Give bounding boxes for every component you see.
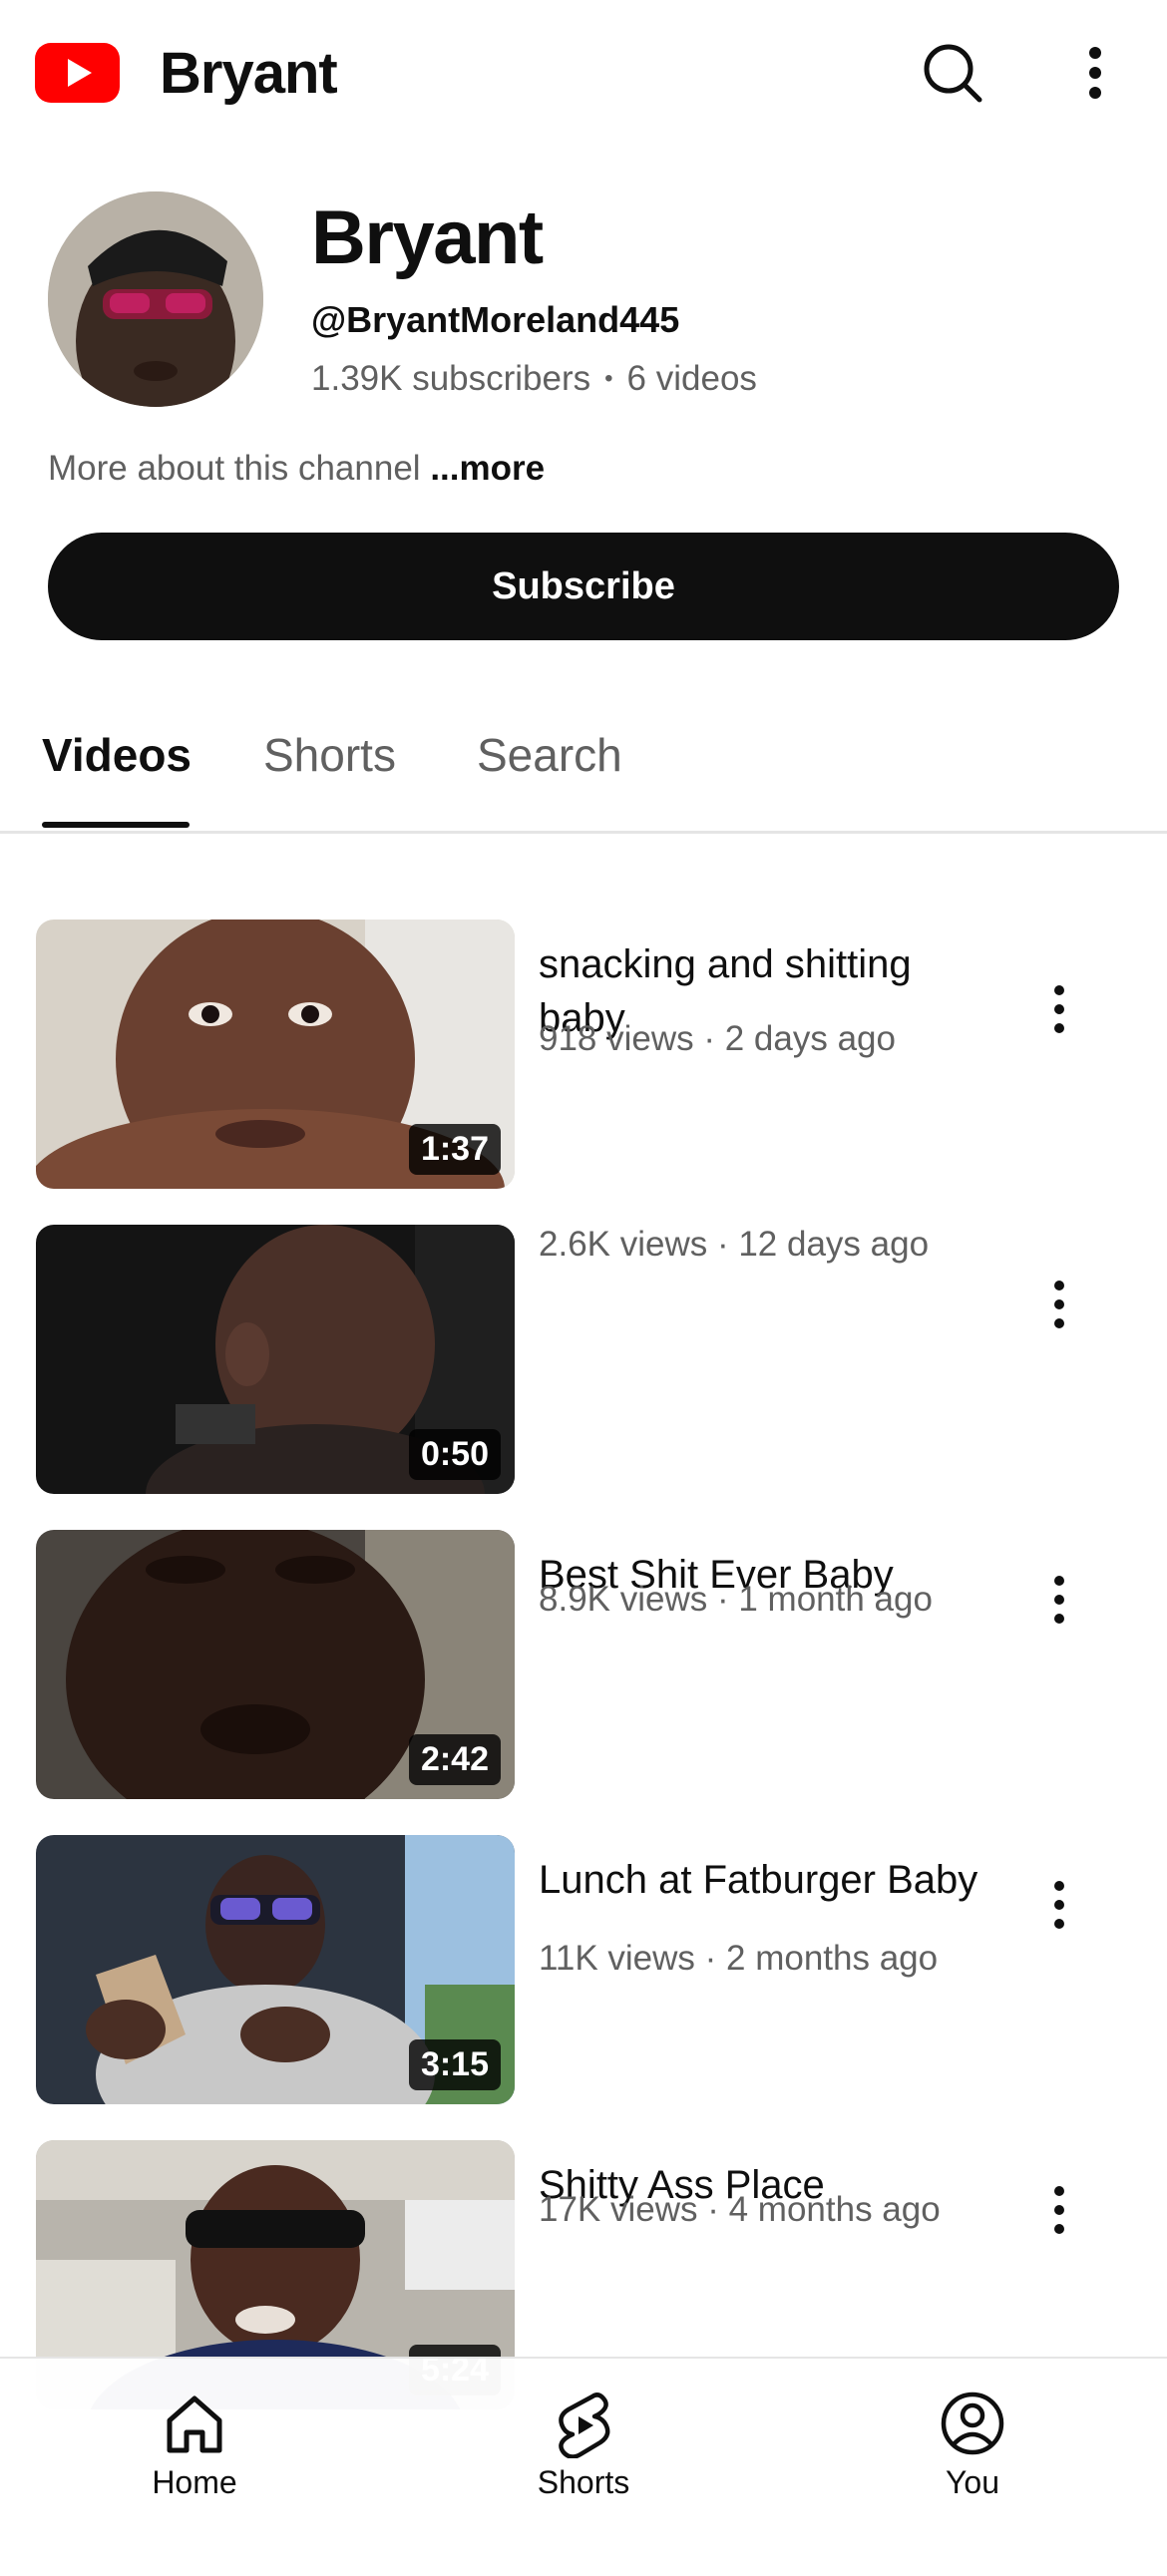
video-count: 6 videos [626, 359, 757, 398]
tab-videos[interactable]: Videos [42, 728, 192, 782]
video-list-item[interactable]: 1:37 snacking and shitting baby 918 view… [0, 920, 1167, 1189]
channel-avatar[interactable] [48, 191, 263, 407]
tab-shorts[interactable]: Shorts [263, 728, 396, 782]
home-icon [167, 2395, 222, 2453]
video-duration: 0:50 [408, 1429, 501, 1480]
video-menu-icon[interactable] [1037, 1265, 1081, 1344]
stats-separator: • [604, 365, 613, 392]
video-list-item[interactable]: 0:50 2.6K views · 12 days ago [0, 1225, 1167, 1494]
shorts-icon [559, 2392, 610, 2458]
video-duration: 3:15 [408, 2039, 501, 2090]
video-menu-icon[interactable] [1037, 969, 1081, 1049]
youtube-logo-icon[interactable] [35, 43, 120, 103]
video-meta: 17K views · 4 months ago [539, 2190, 941, 2229]
channel-stats: 1.39K subscribers • 6 videos [311, 359, 757, 399]
nav-you-label: You [946, 2464, 999, 2500]
video-duration: 1:37 [408, 1124, 501, 1175]
video-thumbnail[interactable]: 2:42 [36, 1530, 515, 1799]
search-icon[interactable] [918, 38, 987, 108]
top-app-bar: Bryant [0, 0, 1167, 150]
video-title[interactable]: Lunch at Fatburger Baby [539, 1853, 1007, 1907]
nav-home-label: Home [152, 2464, 237, 2500]
nav-shorts-label: Shorts [537, 2464, 630, 2500]
channel-title-top: Bryant [160, 41, 338, 106]
subscribe-button[interactable]: Subscribe [48, 533, 1119, 640]
account-icon [941, 2392, 1004, 2455]
video-menu-icon[interactable] [1037, 2170, 1081, 2250]
video-menu-icon[interactable] [1037, 1560, 1081, 1640]
about-more-link[interactable]: ...more [430, 449, 545, 488]
nav-shorts[interactable]: Shorts [484, 2389, 683, 2528]
video-meta: 8.9K views · 1 month ago [539, 1580, 933, 1619]
nav-home[interactable]: Home [95, 2389, 294, 2528]
nav-you[interactable]: You [873, 2389, 1072, 2528]
video-list-item[interactable]: 2:42 Best Shit Ever Baby 8.9K views · 1 … [0, 1530, 1167, 1799]
tab-search[interactable]: Search [477, 728, 622, 782]
subscriber-count: 1.39K subscribers [311, 359, 591, 398]
video-thumbnail[interactable]: 1:37 [36, 920, 515, 1189]
channel-name: Bryant [311, 195, 544, 280]
channel-tabs: Videos Shorts Search [0, 698, 1167, 834]
channel-handle: @BryantMoreland445 [311, 299, 680, 340]
video-list-item[interactable]: 3:15 Lunch at Fatburger Baby 11K views ·… [0, 1835, 1167, 2104]
video-duration: 2:42 [408, 1734, 501, 1785]
video-meta: 11K views · 2 months ago [539, 1939, 939, 1978]
channel-description[interactable]: More about this channel ...more [48, 449, 545, 489]
more-options-icon[interactable] [1067, 38, 1123, 108]
active-tab-indicator [42, 822, 190, 828]
video-meta: 2.6K views · 12 days ago [539, 1225, 930, 1264]
about-text: More about this channel [48, 449, 421, 488]
video-meta: 918 views · 2 days ago [539, 1019, 896, 1058]
video-thumbnail[interactable]: 3:15 [36, 1835, 515, 2104]
bottom-navigation: Home Shorts You [0, 2357, 1167, 2576]
video-thumbnail[interactable]: 0:50 [36, 1225, 515, 1494]
video-menu-icon[interactable] [1037, 1865, 1081, 1945]
